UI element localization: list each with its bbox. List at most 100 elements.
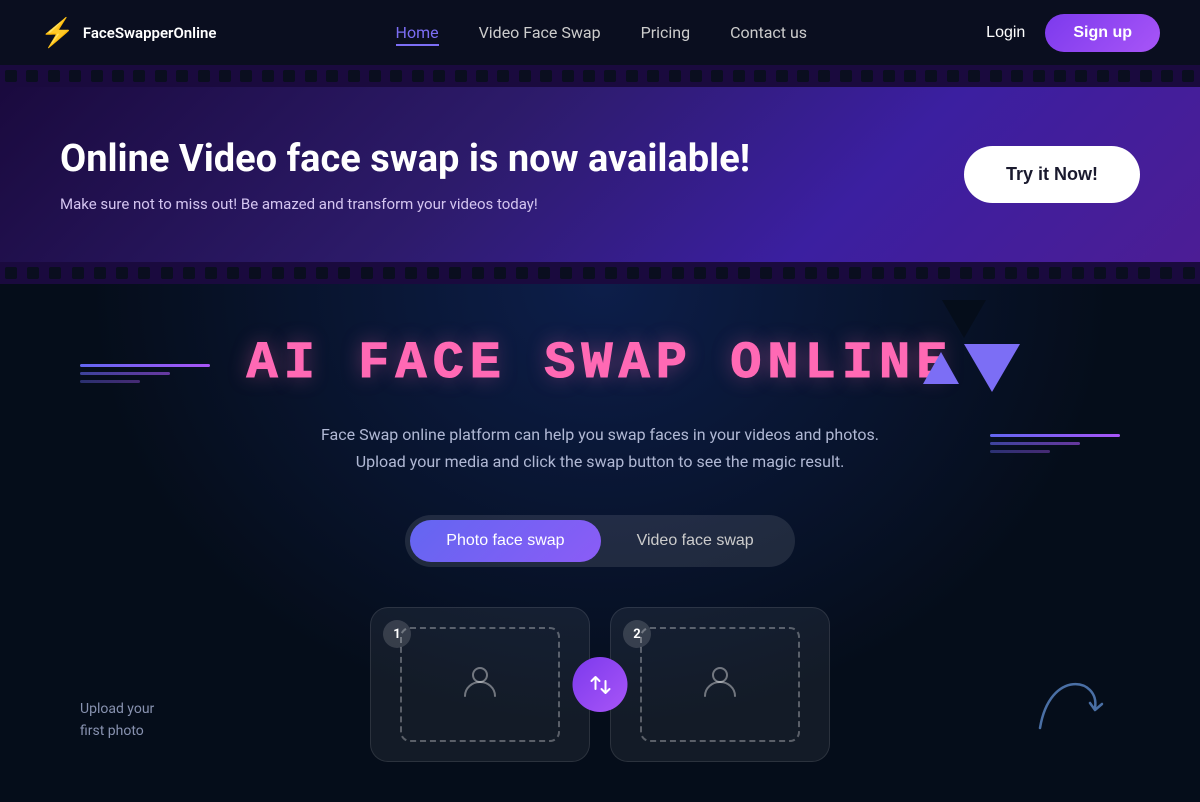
nav-item-contact[interactable]: Contact us: [730, 23, 807, 42]
film-hole: [72, 267, 84, 279]
logo[interactable]: ⚡ FaceSwapperOnline: [40, 16, 216, 49]
tab-photo-face-swap[interactable]: Photo face swap: [410, 520, 600, 562]
film-hole: [894, 267, 906, 279]
logo-text: FaceSwapperOnline: [83, 24, 217, 42]
film-hole: [627, 267, 639, 279]
film-hole: [369, 70, 381, 82]
film-hole: [472, 267, 484, 279]
hero-banner: Online Video face swap is now available!…: [0, 87, 1200, 262]
film-hole: [383, 267, 395, 279]
film-hole: [227, 267, 239, 279]
film-hole: [112, 70, 124, 82]
film-hole: [449, 267, 461, 279]
nav-item-pricing[interactable]: Pricing: [641, 23, 691, 42]
film-hole: [1011, 70, 1023, 82]
film-hole: [198, 70, 210, 82]
film-hole: [560, 267, 572, 279]
nav-link-video[interactable]: Video Face Swap: [479, 23, 601, 42]
deco-triangle-group: [923, 344, 1020, 392]
upload-card-1[interactable]: 1: [370, 607, 590, 762]
film-hole: [904, 70, 916, 82]
film-hole: [1118, 70, 1130, 82]
tab-video-face-swap[interactable]: Video face swap: [601, 520, 790, 562]
film-hole: [649, 267, 661, 279]
nav-link-home[interactable]: Home: [396, 23, 439, 46]
film-hole: [776, 70, 788, 82]
signup-button[interactable]: Sign up: [1045, 14, 1160, 52]
main-description: Face Swap online platform can help you s…: [320, 421, 880, 475]
film-hole: [5, 70, 17, 82]
film-hole: [583, 267, 595, 279]
film-hole: [990, 70, 1002, 82]
nav-link-pricing[interactable]: Pricing: [641, 23, 691, 42]
film-hole: [1183, 267, 1195, 279]
film-hole: [827, 267, 839, 279]
film-hole: [947, 70, 959, 82]
film-hole: [626, 70, 638, 82]
film-hole: [883, 70, 895, 82]
film-hole: [672, 267, 684, 279]
film-hole: [219, 70, 231, 82]
film-hole: [738, 267, 750, 279]
film-hole: [1054, 70, 1066, 82]
upload-card-inner-1: [400, 627, 560, 742]
film-hole: [690, 70, 702, 82]
film-hole: [69, 70, 81, 82]
film-holes-bottom: [0, 267, 1200, 279]
film-hole: [433, 70, 445, 82]
film-hole: [1138, 267, 1150, 279]
film-hole: [754, 70, 766, 82]
deco-line: [80, 364, 210, 367]
deco-line: [990, 450, 1050, 453]
film-hole: [272, 267, 284, 279]
deco-line: [990, 442, 1080, 445]
film-hole: [1075, 70, 1087, 82]
triangle-down-icon: [964, 344, 1020, 392]
film-hole: [872, 267, 884, 279]
triangle-up-icon: [923, 352, 959, 384]
try-it-now-button[interactable]: Try it Now!: [964, 146, 1140, 203]
film-holes-top: [0, 70, 1200, 82]
film-hole: [760, 267, 772, 279]
hero-text: Online Video face swap is now available!…: [60, 137, 750, 213]
film-hole: [583, 70, 595, 82]
upload-row: Upload your first photo 1: [20, 607, 1180, 762]
film-hole: [48, 70, 60, 82]
film-hole: [1072, 267, 1084, 279]
film-hole: [925, 70, 937, 82]
film-hole: [326, 70, 338, 82]
film-hole: [240, 70, 252, 82]
film-hole: [1097, 70, 1109, 82]
login-button[interactable]: Login: [986, 24, 1025, 42]
deco-lines-left: [80, 364, 210, 383]
film-hole: [605, 267, 617, 279]
film-hole: [1161, 70, 1173, 82]
film-hole: [155, 70, 167, 82]
nav-item-home[interactable]: Home: [396, 23, 439, 42]
nav-item-video[interactable]: Video Face Swap: [479, 23, 601, 42]
nav-link-contact[interactable]: Contact us: [730, 23, 807, 42]
film-hole: [840, 70, 852, 82]
film-hole: [716, 267, 728, 279]
toggle-tabs: Photo face swap Video face swap: [405, 515, 794, 567]
film-hole: [1027, 267, 1039, 279]
swap-circle-button[interactable]: [573, 657, 628, 712]
navbar: ⚡ FaceSwapperOnline Home Video Face Swap…: [0, 0, 1200, 65]
film-hole: [338, 267, 350, 279]
upload-label-text: Upload your first photo: [80, 698, 154, 743]
film-hole: [783, 267, 795, 279]
nav-links: Home Video Face Swap Pricing Contact us: [396, 23, 808, 42]
film-hole: [1005, 267, 1017, 279]
film-hole: [669, 70, 681, 82]
film-hole: [519, 70, 531, 82]
hero-subtext: Make sure not to miss out! Be amazed and…: [60, 195, 750, 213]
nav-right: Login Sign up: [986, 14, 1160, 52]
film-hole: [1094, 267, 1106, 279]
film-hole: [390, 70, 402, 82]
film-hole: [1160, 267, 1172, 279]
upload-card-2[interactable]: 2: [610, 607, 830, 762]
film-hole: [861, 70, 873, 82]
film-hole: [983, 267, 995, 279]
film-hole: [455, 70, 467, 82]
person-icon-1: [461, 662, 499, 707]
